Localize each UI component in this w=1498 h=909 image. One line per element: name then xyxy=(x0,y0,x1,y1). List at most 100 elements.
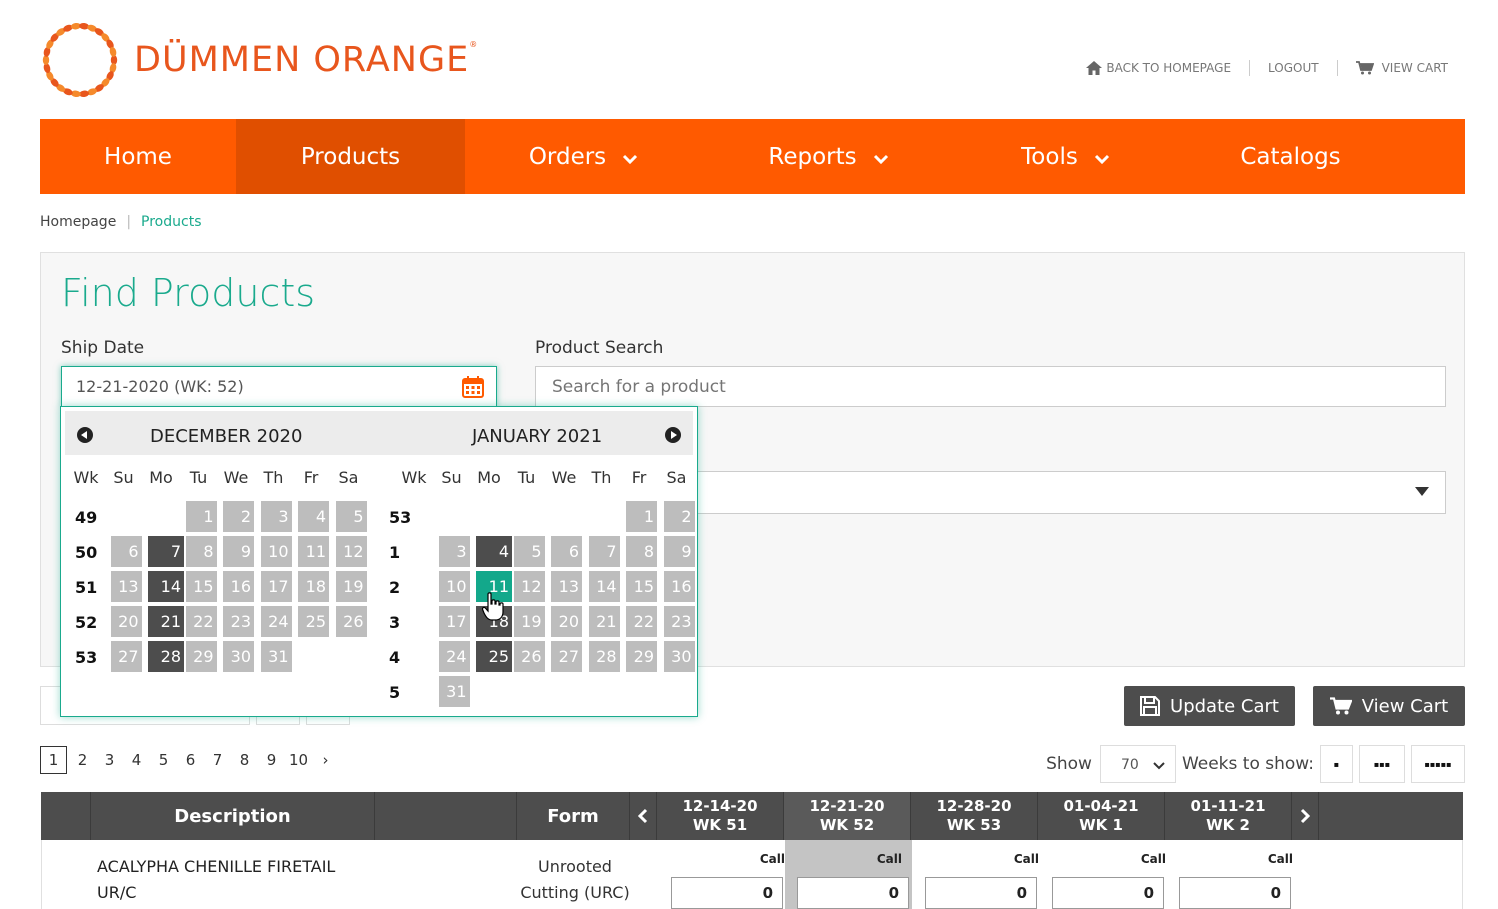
calendar-day[interactable]: 4 xyxy=(298,501,329,532)
weeks-5-button[interactable]: ▪▪▪▪▪ xyxy=(1411,745,1465,783)
calendar-day[interactable]: 8 xyxy=(185,536,217,567)
calendar-day[interactable]: 6 xyxy=(551,536,582,567)
page-size-select[interactable]: 70 xyxy=(1099,745,1176,783)
page-link-4[interactable]: 4 xyxy=(123,751,150,769)
quantity-input[interactable]: 0 xyxy=(925,877,1037,909)
calendar-day[interactable]: 7 xyxy=(588,536,620,567)
calendar-day[interactable]: 13 xyxy=(551,571,582,602)
quantity-input[interactable]: 0 xyxy=(797,877,909,909)
calendar-day[interactable]: 5 xyxy=(335,501,367,532)
calendar-day[interactable]: 19 xyxy=(513,606,545,637)
calendar-day[interactable]: 18 xyxy=(298,571,329,602)
calendar-day[interactable]: 20 xyxy=(110,606,142,637)
calendar-icon[interactable] xyxy=(462,376,484,398)
calendar-day[interactable]: 12 xyxy=(513,571,545,602)
logout-link[interactable]: LOGOUT xyxy=(1268,61,1319,75)
calendar-day[interactable]: 31 xyxy=(260,641,292,672)
calendar-day[interactable]: 2 xyxy=(663,501,695,532)
prev-month-icon[interactable] xyxy=(77,427,93,443)
calendar-day[interactable]: 7 xyxy=(148,536,184,567)
page-link-5[interactable]: 5 xyxy=(150,751,177,769)
calendar-day[interactable]: 30 xyxy=(223,641,254,672)
page-link-1[interactable]: 1 xyxy=(40,746,67,774)
product-description[interactable]: ACALYPHA CHENILLE FIRETAIL UR/C xyxy=(97,854,335,906)
quantity-input[interactable]: 0 xyxy=(1179,877,1291,909)
next-page-link[interactable]: › xyxy=(312,751,339,769)
weeks-1-button[interactable]: ▪ xyxy=(1320,745,1353,783)
calendar-day[interactable]: 15 xyxy=(626,571,657,602)
calendar-day[interactable]: 24 xyxy=(260,606,292,637)
calendar-day[interactable]: 24 xyxy=(438,641,470,672)
brand-logo[interactable]: DÜMMEN ORANGE® xyxy=(38,18,478,102)
calendar-day[interactable]: 28 xyxy=(588,641,620,672)
page-link-9[interactable]: 9 xyxy=(258,751,285,769)
calendar-day[interactable]: 9 xyxy=(663,536,695,567)
calendar-day[interactable]: 2 xyxy=(223,501,254,532)
calendar-day[interactable]: 14 xyxy=(148,571,184,602)
calendar-day[interactable]: 21 xyxy=(148,606,184,637)
nav-reports[interactable]: Reports xyxy=(702,119,955,194)
calendar-day[interactable]: 23 xyxy=(663,606,695,637)
calendar-day[interactable]: 21 xyxy=(588,606,620,637)
calendar-day[interactable]: 25 xyxy=(476,641,512,672)
calendar-day[interactable]: 16 xyxy=(663,571,695,602)
prev-weeks-button[interactable] xyxy=(630,792,657,840)
calendar-day[interactable]: 16 xyxy=(223,571,254,602)
calendar-day[interactable]: 17 xyxy=(438,606,470,637)
quantity-input[interactable]: 0 xyxy=(1052,877,1164,909)
weeks-3-button[interactable]: ▪▪▪ xyxy=(1359,745,1405,783)
calendar-day[interactable]: 25 xyxy=(298,606,329,637)
calendar-day[interactable]: 22 xyxy=(626,606,657,637)
calendar-day[interactable]: 1 xyxy=(626,501,657,532)
quantity-input[interactable]: 0 xyxy=(671,877,783,909)
page-link-6[interactable]: 6 xyxy=(177,751,204,769)
page-link-8[interactable]: 8 xyxy=(231,751,258,769)
calendar-day[interactable]: 26 xyxy=(335,606,367,637)
calendar-day[interactable]: 9 xyxy=(223,536,254,567)
calendar-day[interactable]: 11 xyxy=(298,536,329,567)
calendar-day[interactable]: 12 xyxy=(335,536,367,567)
calendar-day[interactable]: 10 xyxy=(438,571,470,602)
product-search-input[interactable] xyxy=(535,366,1446,407)
calendar-day[interactable]: 19 xyxy=(335,571,367,602)
calendar-day[interactable]: 4 xyxy=(476,536,512,567)
calendar-day[interactable]: 15 xyxy=(185,571,217,602)
calendar-day[interactable]: 3 xyxy=(438,536,470,567)
view-cart-link[interactable]: VIEW CART xyxy=(1355,61,1448,75)
breadcrumb-home[interactable]: Homepage xyxy=(40,214,116,230)
update-cart-button[interactable]: Update Cart xyxy=(1124,686,1295,726)
nav-catalogs[interactable]: Catalogs xyxy=(1176,119,1405,194)
calendar-day[interactable]: 28 xyxy=(148,641,184,672)
calendar-day[interactable]: 14 xyxy=(588,571,620,602)
page-link-3[interactable]: 3 xyxy=(96,751,123,769)
back-to-homepage-link[interactable]: BACK TO HOMEPAGE xyxy=(1086,61,1231,75)
calendar-day[interactable]: 10 xyxy=(260,536,292,567)
next-weeks-button[interactable] xyxy=(1292,792,1319,840)
calendar-day[interactable]: 5 xyxy=(513,536,545,567)
calendar-day[interactable]: 26 xyxy=(513,641,545,672)
calendar-day[interactable]: 6 xyxy=(110,536,142,567)
view-cart-button[interactable]: View Cart xyxy=(1313,686,1465,726)
nav-home[interactable]: Home xyxy=(40,119,236,194)
calendar-day[interactable]: 31 xyxy=(438,676,470,707)
page-link-7[interactable]: 7 xyxy=(204,751,231,769)
calendar-day[interactable]: 1 xyxy=(185,501,217,532)
calendar-day[interactable]: 13 xyxy=(110,571,142,602)
nav-orders[interactable]: Orders xyxy=(465,119,702,194)
calendar-day[interactable]: 22 xyxy=(185,606,217,637)
calendar-day[interactable]: 8 xyxy=(626,536,657,567)
next-month-icon[interactable] xyxy=(665,427,681,443)
calendar-day[interactable]: 29 xyxy=(626,641,657,672)
nav-tools[interactable]: Tools xyxy=(955,119,1176,194)
calendar-day[interactable]: 3 xyxy=(260,501,292,532)
calendar-day[interactable]: 27 xyxy=(110,641,142,672)
calendar-day[interactable]: 30 xyxy=(663,641,695,672)
nav-products[interactable]: Products xyxy=(236,119,465,194)
page-link-2[interactable]: 2 xyxy=(69,751,96,769)
calendar-day[interactable]: 20 xyxy=(551,606,582,637)
calendar-day[interactable]: 17 xyxy=(260,571,292,602)
calendar-day[interactable]: 23 xyxy=(223,606,254,637)
page-link-10[interactable]: 10 xyxy=(285,751,312,769)
calendar-day[interactable]: 29 xyxy=(185,641,217,672)
ship-date-input[interactable]: 12-21-2020 (WK: 52) xyxy=(61,366,497,407)
